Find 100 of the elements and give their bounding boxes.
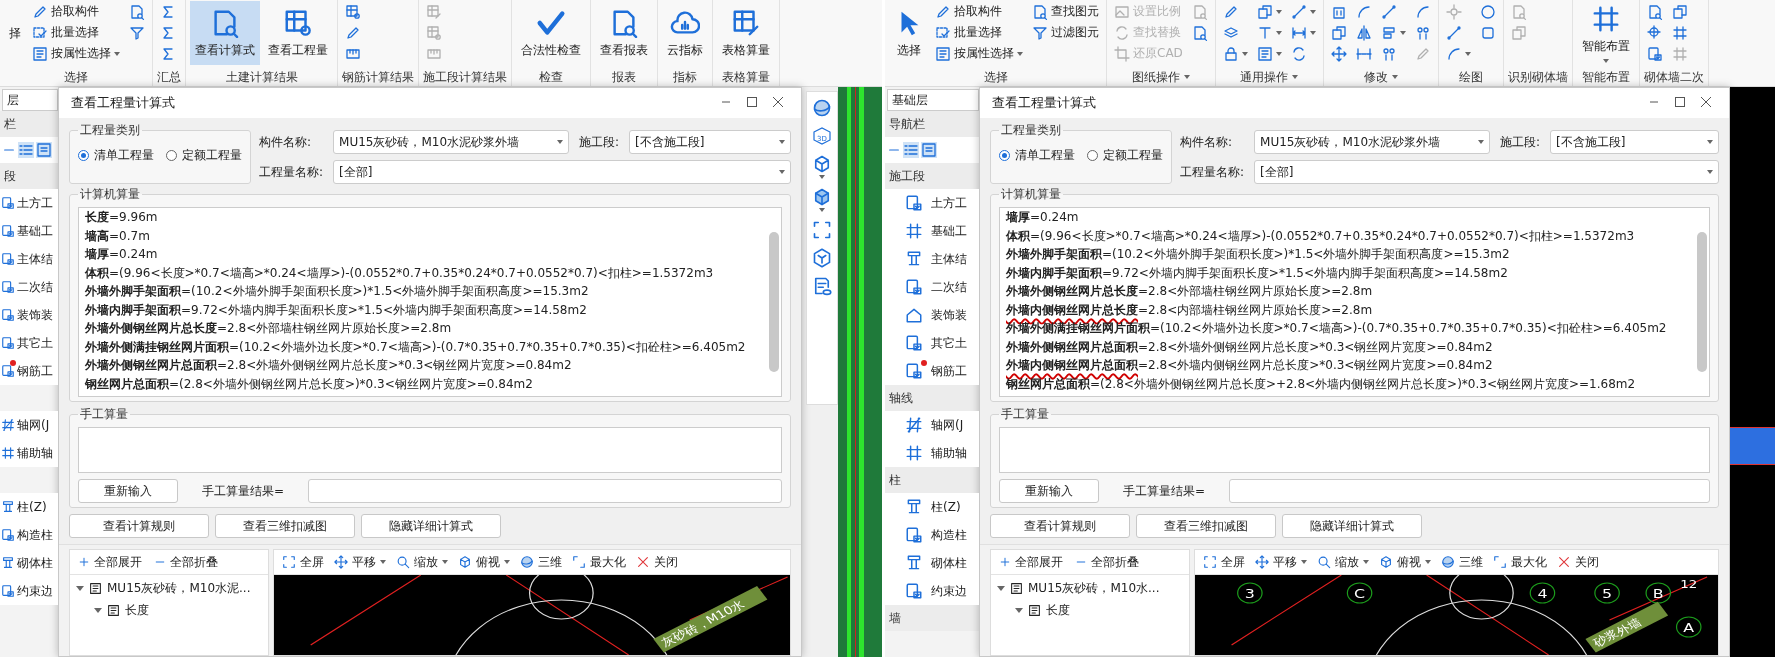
cad-canvas[interactable] (838, 87, 882, 657)
view-tool-button[interactable]: 关闭 (1557, 553, 1599, 571)
nav-item[interactable]: 基础工 (885, 217, 979, 245)
tree-node[interactable]: 长度 (997, 599, 1070, 621)
nav-item[interactable]: 主体结 (0, 245, 58, 273)
reset-button[interactable]: 重新输入 (78, 479, 178, 503)
view-tool-button[interactable]: 最大化 (572, 553, 626, 571)
expand-all-button[interactable]: 全部展开 (78, 553, 142, 571)
action-button[interactable]: 隐藏详细计算式 (361, 514, 501, 538)
tree-node[interactable]: 长度 (76, 599, 149, 621)
action-button[interactable]: 查看计算规则 (69, 514, 209, 538)
nav-item[interactable]: 柱(Z) (0, 493, 58, 521)
action-button[interactable]: 查看三维扣减图 (1136, 514, 1276, 538)
reset-button[interactable]: 重新输入 (999, 479, 1099, 503)
radio-option[interactable]: 清单工程量 (999, 146, 1075, 164)
ribbon-button[interactable]: 查看报表 (595, 1, 653, 65)
ribbon-button[interactable]: 合法性检查 (516, 1, 586, 65)
nav-item[interactable]: 其它土 (885, 329, 979, 357)
view-button[interactable] (812, 248, 832, 268)
result-field[interactable] (1229, 479, 1710, 503)
nav-item[interactable]: 砌体柱 (885, 549, 979, 577)
ribbon-button[interactable]: 表格算量 (717, 1, 775, 65)
view-tool-button[interactable]: 平移 (334, 553, 386, 571)
tree-node[interactable]: MU15灰砂砖，M10水... (997, 577, 1160, 599)
view-tool-button[interactable]: 缩放 (396, 553, 448, 571)
nav-item[interactable]: 构造柱 (0, 521, 58, 549)
ribbon-button[interactable]: 按属性选择 (932, 43, 1026, 64)
nav-item[interactable]: 砌体柱 (0, 549, 58, 577)
ribbon-button[interactable]: 智能布置 (1576, 1, 1635, 65)
dropdown-field[interactable]: [不含施工段] (1550, 130, 1719, 154)
scrollbar-thumb[interactable] (1697, 232, 1707, 372)
action-button[interactable]: 查看计算规则 (990, 514, 1130, 538)
nav-item[interactable]: 其它土 (0, 329, 58, 357)
input-field[interactable] (78, 427, 782, 473)
radio-option[interactable]: 定额工程量 (166, 146, 242, 164)
view-tool-button[interactable]: 全屏 (1203, 553, 1245, 571)
nav-item[interactable]: 约束边 (0, 577, 58, 605)
nav-item[interactable]: 辅助轴 (0, 439, 58, 467)
list-view-button[interactable] (18, 142, 34, 158)
ribbon-button[interactable]: 批量选择 (932, 22, 1026, 43)
ribbon-button[interactable]: 择 (4, 1, 26, 65)
radio-option[interactable]: 清单工程量 (78, 146, 154, 164)
view-tool-button[interactable]: 俯视 (458, 553, 510, 571)
nav-item[interactable]: 柱(Z) (885, 493, 979, 521)
action-button[interactable]: 隐藏详细计算式 (1282, 514, 1422, 538)
ribbon-button[interactable]: 批量选择 (29, 22, 123, 43)
nav-item[interactable]: 土方工 (0, 189, 58, 217)
view-tool-button[interactable]: 俯视 (1379, 553, 1431, 571)
ribbon-button[interactable]: 选择 (889, 1, 929, 65)
nav-item[interactable]: 装饰装 (885, 301, 979, 329)
cad-canvas[interactable] (1730, 87, 1775, 657)
view-tool-button[interactable]: 三维 (1441, 553, 1483, 571)
nav-item[interactable]: 钢筋工 (885, 357, 979, 385)
view-tool-button[interactable]: 全屏 (282, 553, 324, 571)
view-button[interactable] (812, 220, 832, 240)
list-view-button[interactable] (903, 142, 919, 158)
nav-item[interactable]: 钢筋工 (0, 357, 58, 385)
view-tool-button[interactable]: 平移 (1255, 553, 1307, 571)
nav-item[interactable]: 二次结 (0, 273, 58, 301)
dropdown-field[interactable]: MU15灰砂砖，M10水泥砂浆外墙 (1254, 130, 1491, 154)
dropdown-field[interactable]: [全部] (1254, 160, 1719, 184)
nav-item[interactable]: 装饰装 (0, 301, 58, 329)
collapse-all-button[interactable]: 全部折叠 (1075, 553, 1139, 571)
view-button[interactable] (812, 154, 832, 179)
view-tool-button[interactable]: 三维 (520, 553, 562, 571)
dropdown-field[interactable]: [全部] (333, 160, 791, 184)
radio-option[interactable]: 定额工程量 (1087, 146, 1163, 164)
nav-item[interactable]: 基础工 (0, 217, 58, 245)
nav-item[interactable]: 辅助轴 (885, 439, 979, 467)
detail-view-button[interactable] (921, 142, 937, 158)
view-button[interactable] (812, 187, 832, 212)
floor-tab[interactable]: 基础层 (887, 89, 979, 111)
view-button[interactable] (812, 98, 832, 118)
scrollbar-thumb[interactable] (769, 232, 779, 372)
input-field[interactable] (999, 427, 1710, 473)
nav-item[interactable]: 土方工 (885, 189, 979, 217)
view-tool-button[interactable]: 缩放 (1317, 553, 1369, 571)
nav-item[interactable]: 约束边 (885, 577, 979, 605)
ribbon-button[interactable]: 云指标 (662, 1, 708, 65)
tree-node[interactable]: MU15灰砂砖，M10水泥... (76, 577, 251, 599)
detail-view-button[interactable] (36, 142, 52, 158)
nav-item[interactable]: 轴网(J (0, 411, 58, 439)
ribbon-button[interactable]: 拾取构件 (932, 1, 1026, 22)
dropdown-field[interactable]: [不含施工段] (629, 130, 791, 154)
ribbon-button[interactable]: 拾取构件 (29, 1, 123, 22)
ribbon-button[interactable]: 按属性选择 (29, 43, 123, 64)
view-tool-button[interactable]: 关闭 (636, 553, 678, 571)
expand-all-button[interactable]: 全部展开 (999, 553, 1063, 571)
ribbon-button[interactable]: 查看工程量 (263, 1, 333, 65)
floor-tab[interactable]: 层 (2, 89, 58, 111)
view-button[interactable] (812, 276, 832, 296)
ribbon-button[interactable]: 查找图元 (1029, 1, 1102, 22)
ribbon-button[interactable]: 过滤图元 (1029, 22, 1102, 43)
result-field[interactable] (308, 479, 782, 503)
nav-item[interactable]: 轴网(J (885, 411, 979, 439)
nav-item[interactable]: 构造柱 (885, 521, 979, 549)
action-button[interactable]: 查看三维扣减图 (215, 514, 355, 538)
nav-item[interactable]: 主体结 (885, 245, 979, 273)
ribbon-button[interactable]: 查看计算式 (190, 1, 260, 65)
dropdown-field[interactable]: MU15灰砂砖，M10水泥砂浆外墙 (333, 130, 570, 154)
